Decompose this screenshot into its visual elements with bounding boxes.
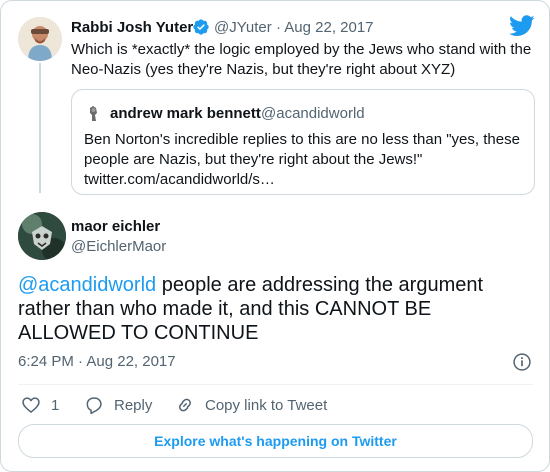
like-count: 1	[51, 396, 60, 414]
explore-twitter-button[interactable]: Explore what's happening on Twitter	[18, 424, 533, 458]
parent-author-name[interactable]: Rabbi Josh Yuter	[71, 19, 193, 36]
tweet-embed-card: Rabbi Josh Yuter @JYuter · Aug 22, 2017 …	[0, 0, 550, 472]
tweet-timestamp[interactable]: 6:24 PM · Aug 22, 2017	[18, 353, 176, 370]
quoted-author-name: andrew mark bennett	[110, 105, 261, 122]
reply-button[interactable]: Reply	[84, 394, 152, 416]
quoted-tweet[interactable]: andrew mark bennett @acandidworld Ben No…	[71, 89, 535, 195]
divider	[18, 384, 533, 385]
parent-author-handle: @JYuter	[214, 19, 272, 36]
quoted-text-line: people are Nazis, but they're right abou…	[84, 151, 423, 168]
quoted-text-link: twitter.com/acandidworld/s…	[84, 171, 275, 188]
main-text-fragment: people are addressing the argument	[156, 274, 484, 296]
main-text-line: rather than who made it, and this CANNOT…	[18, 298, 432, 320]
parent-handle-and-date[interactable]: @JYuter · Aug 22, 2017	[214, 19, 374, 36]
parent-date: Aug 22, 2017	[284, 19, 374, 36]
quoted-text-line: Ben Norton's incredible replies to this …	[84, 131, 520, 148]
copy-link-button[interactable]: Copy link to Tweet	[175, 394, 327, 416]
main-tweet-text: @acandidworld people are addressing the …	[18, 273, 538, 345]
reply-bubble-icon	[86, 397, 102, 415]
reply-label: Reply	[114, 396, 153, 414]
avatar-photo	[18, 212, 66, 260]
quoted-author-handle: @acandidworld	[261, 105, 365, 122]
heart-icon	[22, 397, 40, 413]
main-author-handle[interactable]: @EichlerMaor	[71, 238, 166, 255]
avatar-photo	[18, 17, 62, 61]
main-text-line: @acandidworld people are addressing the …	[18, 273, 538, 297]
parent-tweet-text: Which is *exactly* the logic employed by…	[71, 41, 532, 78]
mention-link[interactable]: @acandidworld	[18, 274, 156, 296]
quoted-avatar	[84, 104, 104, 124]
quoted-avatar-image	[84, 104, 104, 124]
main-text-line: ALLOWED TO CONTINUE	[18, 322, 259, 344]
separator-dot: ·	[275, 19, 281, 36]
link-icon	[179, 398, 191, 412]
like-button[interactable]: 1	[21, 394, 59, 416]
quoted-tweet-text: Ben Norton's incredible replies to this …	[84, 130, 524, 190]
main-author-name[interactable]: maor eichler	[71, 218, 160, 235]
avatar[interactable]	[18, 212, 66, 260]
copy-link-label: Copy link to Tweet	[205, 396, 328, 414]
twitter-bird-icon[interactable]	[509, 15, 535, 37]
verified-badge-icon	[193, 19, 209, 35]
info-icon[interactable]	[512, 352, 532, 372]
avatar[interactable]	[18, 17, 62, 61]
thread-connector-line	[39, 63, 41, 193]
